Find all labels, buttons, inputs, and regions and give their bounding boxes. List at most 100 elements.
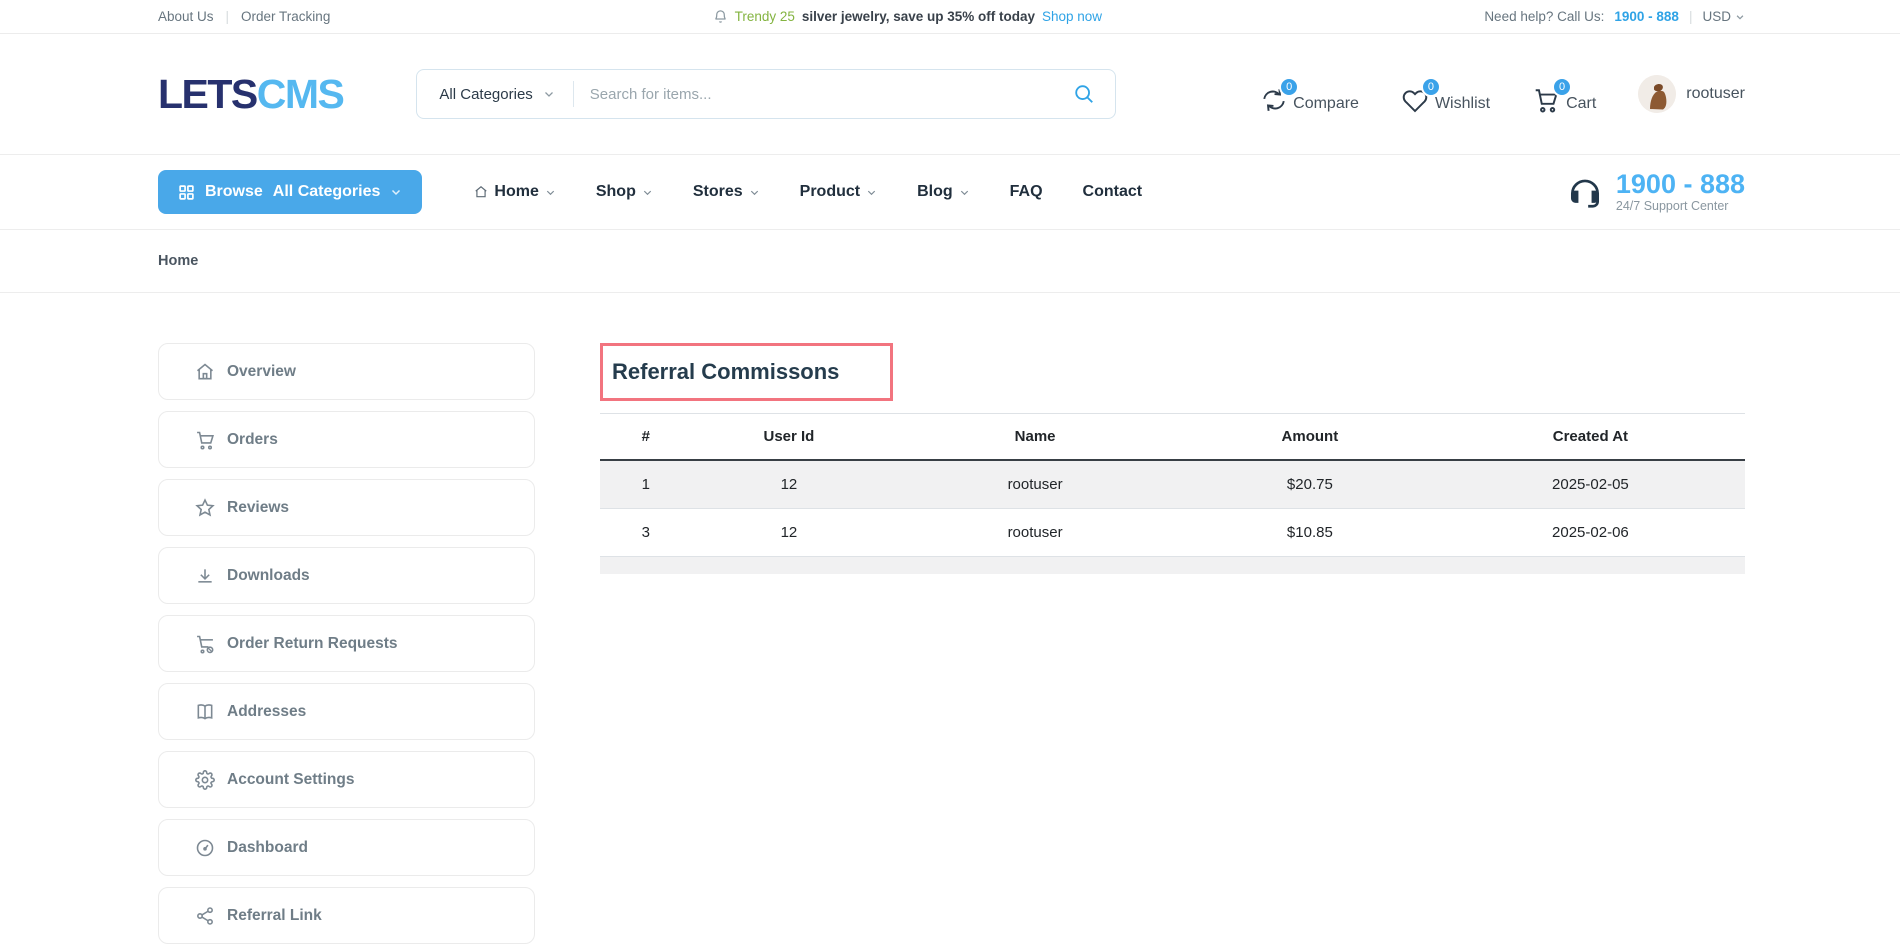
support-label: 24/7 Support Center — [1616, 199, 1745, 213]
nav-item-blog[interactable]: Blog — [917, 183, 970, 201]
nav-label: Shop — [596, 183, 636, 201]
promo-text: silver jewelry, save up 35% off today — [802, 9, 1035, 24]
order-tracking-link[interactable]: Order Tracking — [241, 9, 330, 24]
gauge-icon — [195, 838, 215, 858]
chevron-down-icon — [390, 186, 402, 198]
nav-label: Blog — [917, 183, 953, 201]
share-icon — [195, 906, 215, 926]
chevron-down-icon — [866, 187, 877, 198]
referral-commissions-table: # User Id Name Amount Created At 1 12 ro… — [600, 413, 1745, 574]
sidebar-item-label: Reviews — [227, 499, 289, 517]
sidebar-item-addresses[interactable]: Addresses — [158, 683, 535, 740]
sidebar-item-orders[interactable]: Orders — [158, 411, 535, 468]
return-cart-icon — [195, 634, 215, 654]
currency-selector[interactable]: USD — [1702, 9, 1745, 24]
sidebar-item-dashboard[interactable]: Dashboard — [158, 819, 535, 876]
sidebar-item-reviews[interactable]: Reviews — [158, 479, 535, 536]
cart-label: Cart — [1566, 95, 1596, 113]
cell-index: 1 — [600, 460, 692, 509]
support-phone[interactable]: 1900 - 888 — [1616, 171, 1745, 198]
search-category-dropdown[interactable]: All Categories — [417, 86, 572, 103]
col-header-index: # — [600, 414, 692, 461]
browse-categories-button[interactable]: Browse All Categories — [158, 170, 422, 214]
nav-item-shop[interactable]: Shop — [596, 183, 653, 201]
sidebar-item-label: Referral Link — [227, 907, 322, 925]
chevron-down-icon — [1735, 12, 1745, 22]
support-center: 1900 - 888 24/7 Support Center — [1566, 171, 1745, 213]
search-input[interactable] — [574, 86, 1066, 103]
title-highlight-box: Referral Commissons — [600, 343, 893, 401]
table-header-row: # User Id Name Amount Created At — [600, 414, 1745, 461]
nav-item-contact[interactable]: Contact — [1083, 183, 1143, 201]
compare-count-badge: 0 — [1279, 77, 1299, 97]
chevron-down-icon — [959, 187, 970, 198]
cell-created-at: 2025-02-06 — [1436, 509, 1745, 557]
compare-button[interactable]: 0 Compare — [1261, 87, 1359, 113]
chevron-down-icon — [749, 187, 760, 198]
nav-item-faq[interactable]: FAQ — [1010, 183, 1043, 201]
star-icon — [195, 498, 215, 518]
browse-sublabel: All Categories — [273, 183, 381, 201]
nav-label: Product — [800, 183, 860, 201]
sidebar-item-order-return-requests[interactable]: Order Return Requests — [158, 615, 535, 672]
search-icon — [1073, 83, 1095, 105]
topbar-phone-link[interactable]: 1900 - 888 — [1614, 9, 1679, 24]
account-menu[interactable]: rootuser — [1638, 75, 1745, 113]
breadcrumb-bar: Home — [0, 229, 1900, 293]
nav-item-stores[interactable]: Stores — [693, 183, 760, 201]
compare-label: Compare — [1293, 95, 1359, 113]
sidebar-item-label: Dashboard — [227, 839, 308, 857]
account-sidebar: Overview Orders Reviews Downloads Order … — [158, 343, 535, 950]
headphones-icon — [1566, 173, 1604, 211]
search-bar: All Categories — [416, 69, 1116, 119]
shop-now-link[interactable]: Shop now — [1042, 9, 1102, 24]
grid-icon — [178, 184, 195, 201]
breadcrumb[interactable]: Home — [158, 253, 198, 269]
col-header-amount: Amount — [1184, 414, 1436, 461]
sidebar-item-referral-link[interactable]: Referral Link — [158, 887, 535, 944]
cart-icon — [195, 430, 215, 450]
wishlist-count-badge: 0 — [1421, 77, 1441, 97]
promo-banner: Trendy 25 silver jewelry, save up 35% of… — [713, 9, 1102, 24]
page-title: Referral Commissons — [612, 359, 852, 385]
nav-label: Home — [494, 183, 538, 201]
wishlist-label: Wishlist — [1435, 95, 1490, 113]
letscms-logo[interactable]: LETSCMS — [158, 71, 343, 118]
nav-item-home[interactable]: Home — [474, 183, 555, 201]
promo-highlight: Trendy 25 — [735, 9, 795, 24]
sidebar-item-downloads[interactable]: Downloads — [158, 547, 535, 604]
divider: | — [1689, 9, 1693, 24]
wishlist-button[interactable]: 0 Wishlist — [1401, 87, 1490, 113]
cell-user-id: 12 — [692, 509, 887, 557]
chevron-down-icon — [543, 88, 555, 100]
sidebar-item-label: Overview — [227, 363, 296, 381]
cell-user-id: 12 — [692, 460, 887, 509]
col-header-created-at: Created At — [1436, 414, 1745, 461]
home-icon — [474, 185, 488, 199]
divider: | — [226, 9, 230, 24]
table-footer-stripe — [600, 557, 1745, 574]
cell-amount: $20.75 — [1184, 460, 1436, 509]
cart-button[interactable]: 0 Cart — [1532, 87, 1596, 113]
chevron-down-icon — [642, 187, 653, 198]
sidebar-item-account-settings[interactable]: Account Settings — [158, 751, 535, 808]
main-panel: Referral Commissons # User Id Name Amoun… — [600, 343, 1745, 950]
nav-label: Contact — [1083, 183, 1143, 201]
about-us-link[interactable]: About Us — [158, 9, 214, 24]
home-icon — [195, 362, 215, 382]
cell-amount: $10.85 — [1184, 509, 1436, 557]
nav-item-product[interactable]: Product — [800, 183, 877, 201]
cell-created-at: 2025-02-05 — [1436, 460, 1745, 509]
sidebar-item-label: Order Return Requests — [227, 635, 398, 653]
logo-part-1: LETS — [158, 71, 257, 117]
main-nav: Browse All Categories Home Shop Stores — [0, 154, 1900, 229]
search-category-value: All Categories — [439, 86, 532, 103]
sidebar-item-overview[interactable]: Overview — [158, 343, 535, 400]
logo-part-2: CMS — [257, 71, 344, 117]
nav-label: Stores — [693, 183, 743, 201]
download-icon — [195, 566, 215, 586]
table-row: 3 12 rootuser $10.85 2025-02-06 — [600, 509, 1745, 557]
chevron-down-icon — [545, 187, 556, 198]
col-header-name: Name — [886, 414, 1184, 461]
search-button[interactable] — [1065, 83, 1115, 105]
